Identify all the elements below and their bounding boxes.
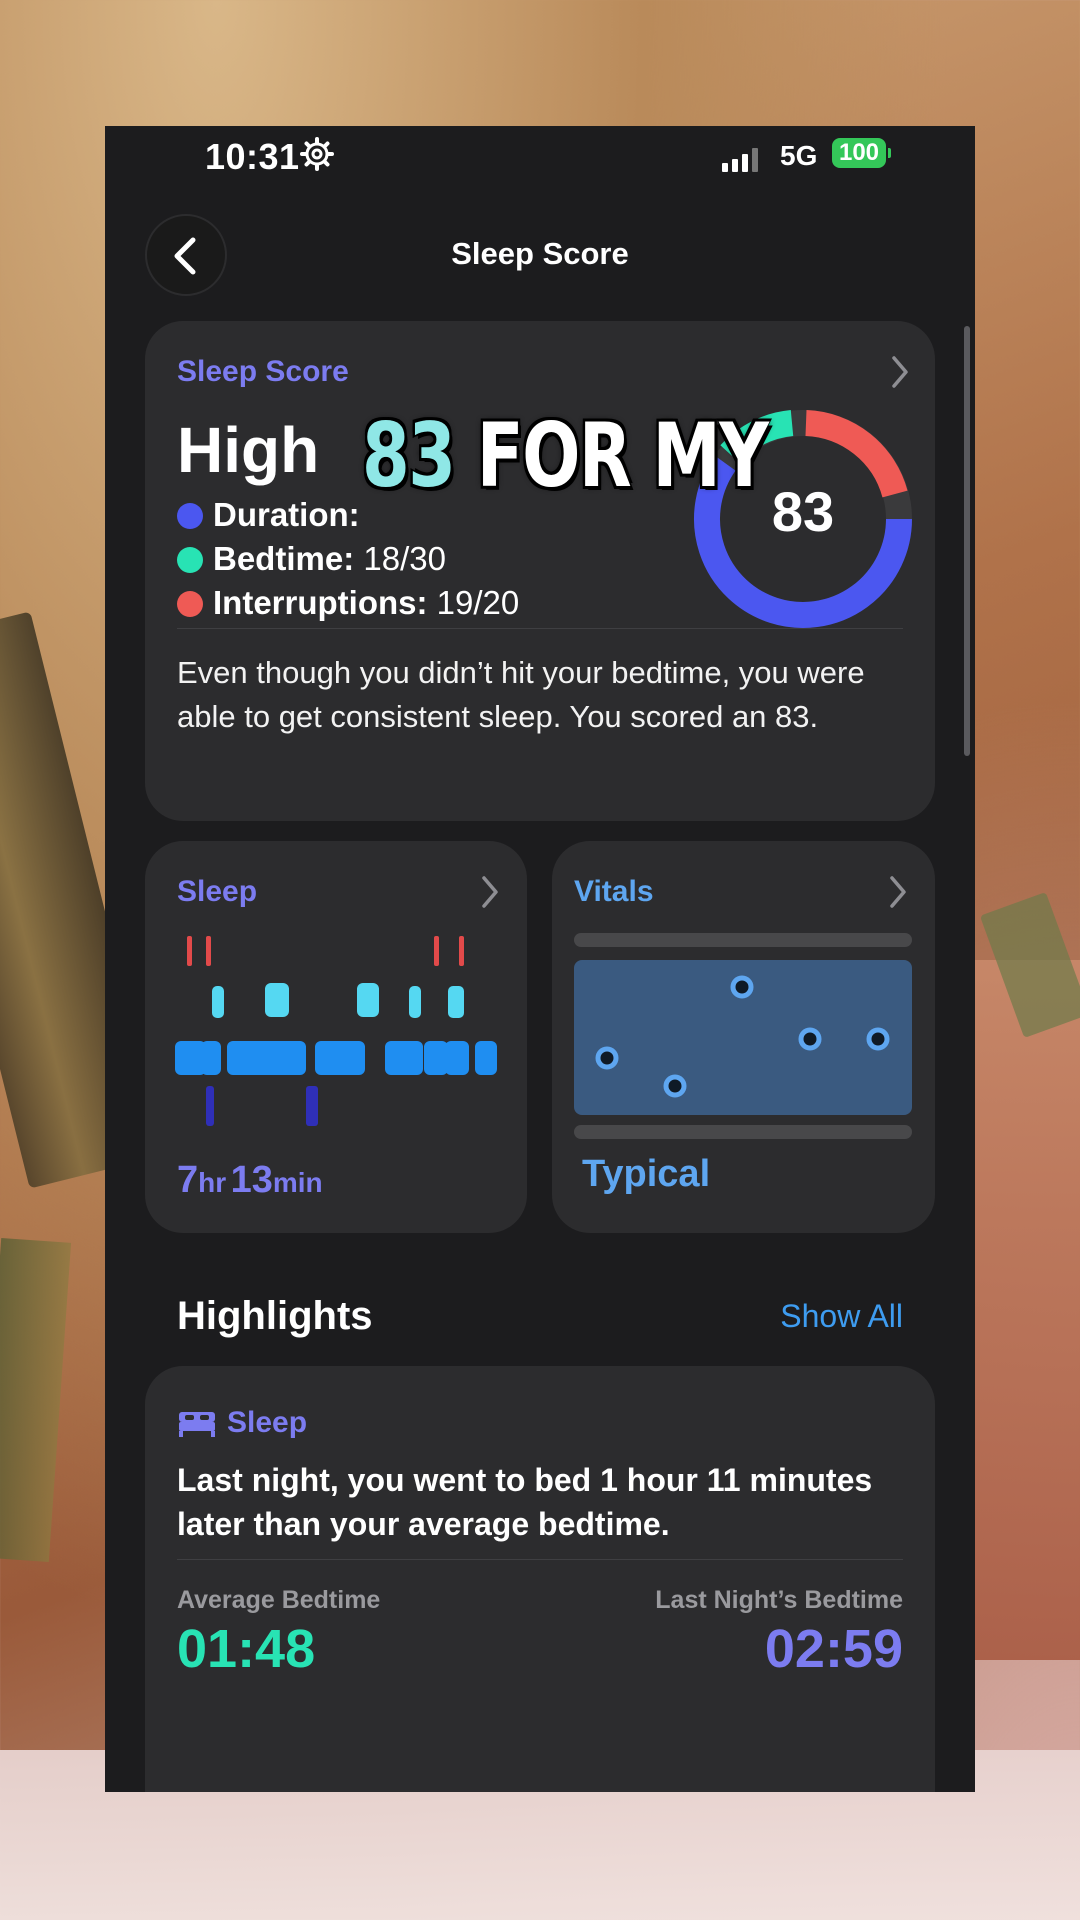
video-caption-overlay: 83 FOR MY <box>362 404 769 507</box>
vitals-point <box>663 1074 687 1098</box>
average-bedtime-value: 01:48 <box>177 1619 316 1679</box>
battery-cap <box>888 148 891 158</box>
caption-text: FOR MY <box>454 404 769 507</box>
vitals-label: Vitals <box>574 875 654 908</box>
vitals-chart <box>574 933 912 1139</box>
highlight-tag-label: Sleep <box>227 1406 308 1439</box>
sleep-hours-unit: hr <box>198 1167 227 1198</box>
sleep-score-label: Sleep Score <box>177 355 349 388</box>
network-type: 5G <box>780 140 818 171</box>
battery-icon: 100 <box>832 138 886 168</box>
highlight-text: Last night, you went to bed 1 hour 11 mi… <box>177 1462 873 1542</box>
sleep-minutes: 13 <box>230 1159 273 1201</box>
chevron-right-icon <box>482 876 498 908</box>
metric-duration: Duration: <box>177 496 360 534</box>
last-night-bedtime-label: Last Night’s Bedtime <box>655 1586 903 1614</box>
interruptions-value: 19/20 <box>436 584 520 621</box>
vitals-point <box>798 1027 822 1051</box>
metric-bedtime: Bedtime: 18/30 <box>177 540 446 578</box>
divider <box>177 1559 903 1560</box>
background-wall <box>970 960 1080 1660</box>
sleep-minutes-unit: min <box>272 1167 323 1198</box>
highlight-tag: Sleep <box>177 1406 307 1440</box>
interruptions-label: Interruptions: <box>213 584 428 621</box>
average-bedtime-label: Average Bedtime <box>177 1586 381 1614</box>
score-level: High <box>177 414 320 486</box>
vitals-card[interactable]: Vitals Typical <box>552 841 935 1233</box>
chevron-right-icon <box>892 356 908 388</box>
chevron-right-icon <box>890 876 906 908</box>
bedtime-label: Bedtime: <box>213 540 355 577</box>
background-painting <box>0 1237 72 1563</box>
score-summary: Even though you didn’t hit your bedtime,… <box>177 655 865 734</box>
caption-number: 83 <box>362 404 456 507</box>
bedtime-dot <box>177 547 203 573</box>
highlights-title: Highlights <box>177 1294 373 1338</box>
scrollbar[interactable] <box>964 326 970 756</box>
status-bar: 10:31 5G 100 <box>105 126 975 186</box>
sleep-duration: 7hr 13min <box>177 1159 323 1202</box>
sleep-score-card[interactable]: Sleep Score High Duration: Bedtime: 18/3… <box>145 321 935 821</box>
status-time: 10:31 <box>205 136 300 177</box>
duration-label: Duration: <box>213 496 360 533</box>
show-all-link[interactable]: Show All <box>780 1298 903 1335</box>
sleep-stages-chart <box>175 936 497 1126</box>
vitals-point <box>595 1046 619 1070</box>
vitals-point <box>866 1027 890 1051</box>
sleep-hours: 7 <box>177 1159 199 1201</box>
sleep-label: Sleep <box>177 875 258 908</box>
metric-interruptions: Interruptions: 19/20 <box>177 584 519 622</box>
bed-icon <box>179 1412 215 1437</box>
phone-screen: 10:31 5G 100 Sleep Score Sleep Score Hig… <box>105 126 975 1792</box>
highlight-card[interactable]: Sleep Last night, you went to bed 1 hour… <box>145 1366 935 1792</box>
interruptions-dot <box>177 591 203 617</box>
vitals-status: Typical <box>582 1153 711 1195</box>
vitals-point <box>730 975 754 999</box>
sleep-card[interactable]: Sleep 7hr 13min <box>145 841 527 1233</box>
bedtime-value: 18/30 <box>363 540 446 577</box>
duration-dot <box>177 503 203 529</box>
divider <box>177 628 903 629</box>
last-night-bedtime-value: 02:59 <box>764 1619 903 1679</box>
gear-icon <box>300 137 334 171</box>
page-title: Sleep Score <box>451 236 629 271</box>
